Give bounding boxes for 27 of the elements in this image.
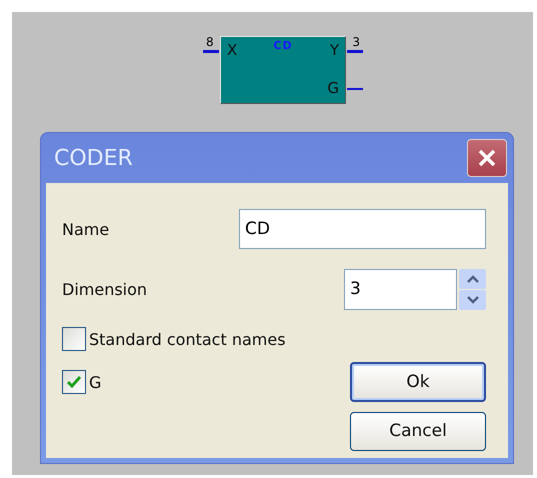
output-pin bbox=[347, 50, 363, 53]
dialog-title: CODER bbox=[54, 146, 133, 170]
input-pin bbox=[203, 50, 219, 53]
input-label: X bbox=[227, 43, 238, 58]
close-icon bbox=[477, 148, 497, 168]
coder-block[interactable]: X CD Y G bbox=[220, 36, 346, 104]
dialog-button[interactable]: Cancel bbox=[350, 412, 486, 450]
output-label: Y bbox=[330, 43, 339, 58]
checkbox[interactable] bbox=[62, 370, 86, 394]
field-label: Dimension bbox=[62, 280, 148, 298]
spin-down-button[interactable] bbox=[459, 290, 486, 310]
block-title: CD bbox=[273, 40, 293, 51]
checkbox-label: G bbox=[89, 372, 102, 392]
name-field[interactable]: CD bbox=[239, 209, 486, 249]
field-label: Name bbox=[62, 220, 110, 238]
checkbox-label: Standard contact names bbox=[89, 330, 286, 348]
output-label: G bbox=[327, 81, 339, 96]
close-button[interactable] bbox=[467, 139, 507, 177]
checkbox[interactable] bbox=[62, 327, 86, 351]
dialog-button[interactable]: Ok bbox=[350, 362, 486, 402]
bus-width-label: 3 bbox=[352, 36, 360, 48]
caret-down-icon bbox=[466, 296, 478, 304]
spin-up-button[interactable] bbox=[459, 268, 486, 288]
check-icon bbox=[67, 376, 81, 388]
bus-width-label: 8 bbox=[206, 36, 214, 48]
caret-up-icon bbox=[466, 274, 478, 282]
number-field[interactable]: 3 bbox=[344, 268, 457, 310]
